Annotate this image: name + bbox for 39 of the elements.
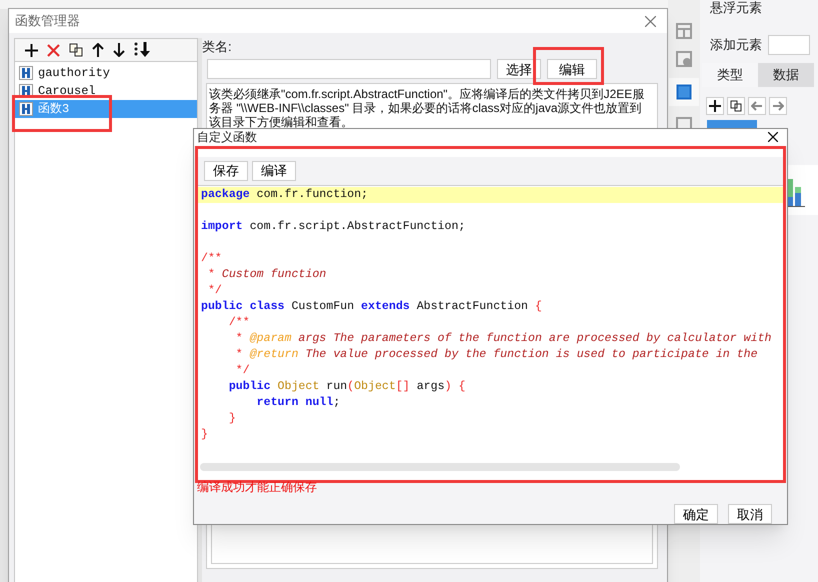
dialog-button[interactable]: 取消 bbox=[728, 504, 772, 524]
copy-icon bbox=[730, 100, 742, 112]
dialog-button[interactable]: 确定 bbox=[674, 504, 718, 524]
toolbar-button[interactable]: 保存 bbox=[204, 160, 248, 181]
delete-icon[interactable] bbox=[47, 44, 60, 56]
square-icon bbox=[676, 84, 692, 100]
bar-chart-icon bbox=[785, 179, 805, 207]
plus-icon bbox=[709, 100, 721, 112]
add-element-label: 添加元素 bbox=[710, 36, 762, 54]
element-field[interactable] bbox=[768, 35, 810, 55]
select-button[interactable]: 选择 bbox=[497, 59, 541, 79]
panel-tab[interactable]: 数据 bbox=[758, 63, 814, 87]
scrollbar[interactable] bbox=[200, 463, 680, 471]
info-icon bbox=[675, 50, 693, 68]
add-button[interactable] bbox=[706, 97, 724, 115]
left-arrow-icon bbox=[751, 100, 763, 112]
document-icon bbox=[19, 102, 33, 116]
copy-icon[interactable] bbox=[69, 43, 83, 57]
right-button[interactable] bbox=[769, 97, 787, 115]
close-icon[interactable] bbox=[768, 132, 778, 142]
edit-button[interactable]: 编辑 bbox=[547, 59, 597, 79]
window-title: 自定义函数 bbox=[197, 130, 257, 144]
document-icon bbox=[19, 66, 33, 80]
class-name-label: 类名: bbox=[202, 40, 233, 54]
right-arrow-icon bbox=[772, 100, 784, 112]
plus-icon[interactable] bbox=[25, 44, 38, 56]
status-message: 编译成功才能正确保存 bbox=[197, 481, 318, 493]
table-icon bbox=[675, 22, 693, 40]
class-name-field[interactable] bbox=[207, 59, 491, 79]
copy-button[interactable] bbox=[727, 97, 745, 115]
window-title: 函数管理器 bbox=[15, 12, 80, 30]
up-arrow-icon[interactable] bbox=[92, 43, 104, 57]
frame-tool[interactable] bbox=[669, 78, 699, 106]
panel-title: 悬浮元素 bbox=[709, 0, 763, 15]
move-to-bottom-icon[interactable] bbox=[134, 42, 151, 58]
down-arrow-icon[interactable] bbox=[113, 43, 125, 57]
highlight-frame bbox=[533, 47, 604, 85]
toolbar-button[interactable]: 编译 bbox=[252, 160, 296, 181]
description-text: 该类必须继承"com.fr.script.AbstractFunction"。应将编译后的类文件拷贝到J2EE服务器 "\\WEB-INF\\classes" 目录，如果必要的话将class对应的java源文件也放置到该目录下方便编辑和查看。 bbox=[208, 86, 646, 129]
